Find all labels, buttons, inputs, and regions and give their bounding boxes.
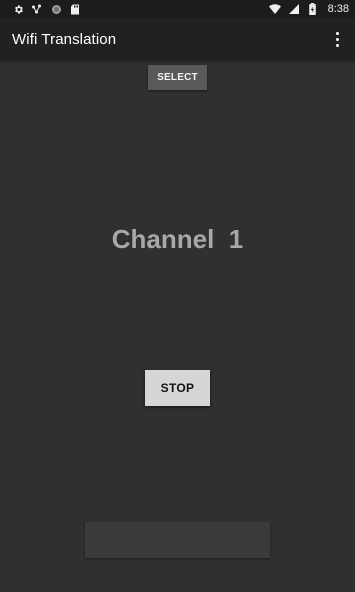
gear-icon bbox=[12, 3, 24, 15]
channel-value: 1 bbox=[228, 224, 244, 254]
channel-display: Channel 1 bbox=[0, 224, 355, 255]
stop-button[interactable]: STOP bbox=[145, 370, 210, 406]
battery-icon bbox=[307, 3, 319, 15]
sd-card-icon bbox=[69, 3, 81, 15]
app-bar: Wifi Translation bbox=[0, 18, 355, 60]
bottom-input-field[interactable] bbox=[85, 522, 270, 558]
more-vert-icon[interactable] bbox=[329, 27, 345, 51]
signal-icon bbox=[288, 3, 300, 15]
channel-label: Channel bbox=[111, 224, 215, 254]
select-button[interactable]: SELECT bbox=[148, 65, 207, 90]
circle-icon bbox=[50, 3, 62, 15]
status-bar: 8:38 bbox=[0, 0, 355, 18]
channel-spacer bbox=[214, 224, 228, 254]
network-dots-icon bbox=[31, 3, 43, 15]
status-time: 8:38 bbox=[327, 3, 349, 15]
wifi-icon bbox=[268, 3, 281, 15]
status-left-icons bbox=[12, 3, 81, 15]
status-right-icons: 8:38 bbox=[268, 3, 349, 15]
app-title: Wifi Translation bbox=[12, 30, 117, 48]
